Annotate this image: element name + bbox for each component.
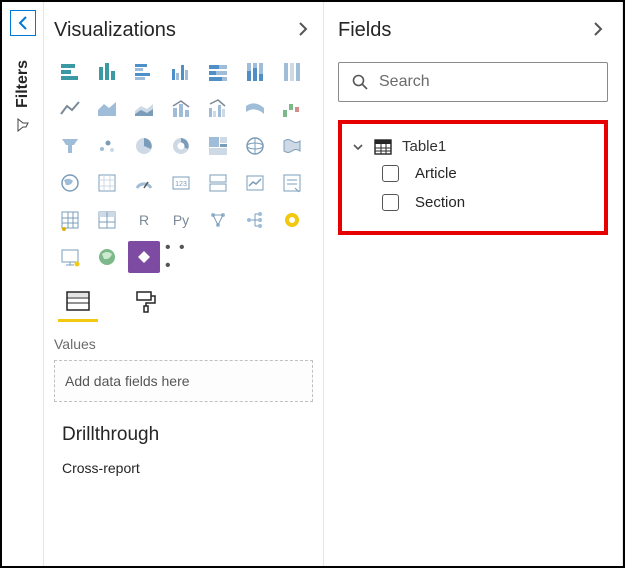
card-icon[interactable]: 123 bbox=[165, 167, 197, 199]
field-name-label: Section bbox=[415, 194, 465, 211]
field-item[interactable]: Article bbox=[350, 159, 596, 188]
waterfall-icon[interactable] bbox=[276, 93, 308, 125]
decomposition-tree-icon[interactable] bbox=[239, 204, 271, 236]
ribbon-chart-icon[interactable] bbox=[239, 93, 271, 125]
r-visual-icon[interactable]: R bbox=[128, 204, 160, 236]
matrix-icon[interactable] bbox=[91, 204, 123, 236]
area-icon[interactable] bbox=[91, 93, 123, 125]
fields-tab-icon bbox=[64, 289, 92, 315]
values-drop-well[interactable]: Add data fields here bbox=[54, 360, 313, 402]
chevron-right-icon bbox=[592, 22, 604, 36]
chevron-left-icon bbox=[17, 16, 29, 30]
filled-map-icon[interactable] bbox=[276, 130, 308, 162]
filters-rail-toggle[interactable]: Filters bbox=[14, 60, 32, 132]
power-apps-icon[interactable] bbox=[128, 241, 160, 273]
stacked-column-icon[interactable] bbox=[91, 56, 123, 88]
visualizations-title: Visualizations bbox=[54, 19, 176, 42]
chevron-right-icon bbox=[297, 22, 309, 36]
paginated-report-icon[interactable] bbox=[91, 241, 123, 273]
field-item[interactable]: Section bbox=[350, 188, 596, 217]
chevron-down-icon bbox=[352, 141, 364, 153]
slicer-icon[interactable] bbox=[276, 167, 308, 199]
shape-map-icon[interactable] bbox=[54, 167, 86, 199]
map-icon[interactable] bbox=[239, 130, 271, 162]
field-name-label: Article bbox=[415, 165, 457, 182]
stacked-bar-icon[interactable] bbox=[54, 56, 86, 88]
viz-pane-tabs bbox=[54, 289, 313, 322]
scatter-chart-icon[interactable] bbox=[91, 130, 123, 162]
multi-row-card-icon[interactable] bbox=[202, 167, 234, 199]
qa-visual-icon[interactable] bbox=[276, 204, 308, 236]
clustered-column-icon[interactable] bbox=[165, 56, 197, 88]
stacked-area-icon[interactable] bbox=[128, 93, 160, 125]
search-icon bbox=[351, 73, 369, 91]
filters-rail-label: Filters bbox=[14, 60, 32, 108]
smart-narrative-icon[interactable] bbox=[54, 241, 86, 273]
fields-tab[interactable] bbox=[58, 289, 98, 322]
table-icon[interactable] bbox=[54, 204, 86, 236]
key-influencers-icon[interactable] bbox=[202, 204, 234, 236]
stacked-bar-100-icon[interactable] bbox=[202, 56, 234, 88]
svg-text:123: 123 bbox=[175, 181, 187, 188]
fields-title: Fields bbox=[338, 19, 391, 42]
python-visual-icon[interactable]: Py bbox=[165, 204, 197, 236]
azure-map-icon[interactable] bbox=[91, 167, 123, 199]
line-icon[interactable] bbox=[54, 93, 86, 125]
visualizations-panel: Visualizations bbox=[44, 2, 324, 566]
kpi-icon[interactable] bbox=[239, 167, 271, 199]
pie-chart-icon[interactable] bbox=[128, 130, 160, 162]
format-tab[interactable] bbox=[126, 289, 166, 322]
stacked-column-100-icon[interactable] bbox=[239, 56, 271, 88]
paint-roller-icon bbox=[134, 289, 158, 315]
treemap-icon[interactable] bbox=[202, 130, 234, 162]
line-clustered-column-icon[interactable] bbox=[202, 93, 234, 125]
left-rail: Filters bbox=[2, 2, 44, 566]
table-icon bbox=[374, 139, 392, 155]
field-checkbox[interactable] bbox=[382, 165, 399, 182]
fields-panel: Fields bbox=[324, 2, 623, 566]
field-checkbox[interactable] bbox=[382, 194, 399, 211]
gauge-icon[interactable] bbox=[128, 167, 160, 199]
drillthrough-title: Drillthrough bbox=[54, 424, 313, 446]
fields-search[interactable] bbox=[338, 62, 608, 102]
collapse-rail-button[interactable] bbox=[10, 10, 36, 36]
fields-tree-highlight: Table1 Article Section bbox=[338, 120, 608, 235]
funnel-icon[interactable] bbox=[54, 130, 86, 162]
more-visuals-button[interactable]: • • • bbox=[165, 241, 197, 273]
donut-chart-icon[interactable] bbox=[165, 130, 197, 162]
values-section-label: Values bbox=[54, 336, 313, 352]
filter-icon bbox=[16, 118, 30, 132]
cross-report-label: Cross-report bbox=[54, 460, 313, 476]
visualization-gallery: 123 R Py • • • bbox=[54, 56, 313, 273]
fields-search-input[interactable] bbox=[379, 73, 595, 91]
visualizations-collapse-button[interactable] bbox=[293, 18, 313, 43]
table-node[interactable]: Table1 bbox=[350, 134, 596, 159]
line-chart-icon[interactable] bbox=[276, 56, 308, 88]
fields-collapse-button[interactable] bbox=[588, 18, 608, 43]
table-name-label: Table1 bbox=[402, 138, 446, 155]
line-stacked-column-icon[interactable] bbox=[165, 93, 197, 125]
clustered-bar-icon[interactable] bbox=[128, 56, 160, 88]
